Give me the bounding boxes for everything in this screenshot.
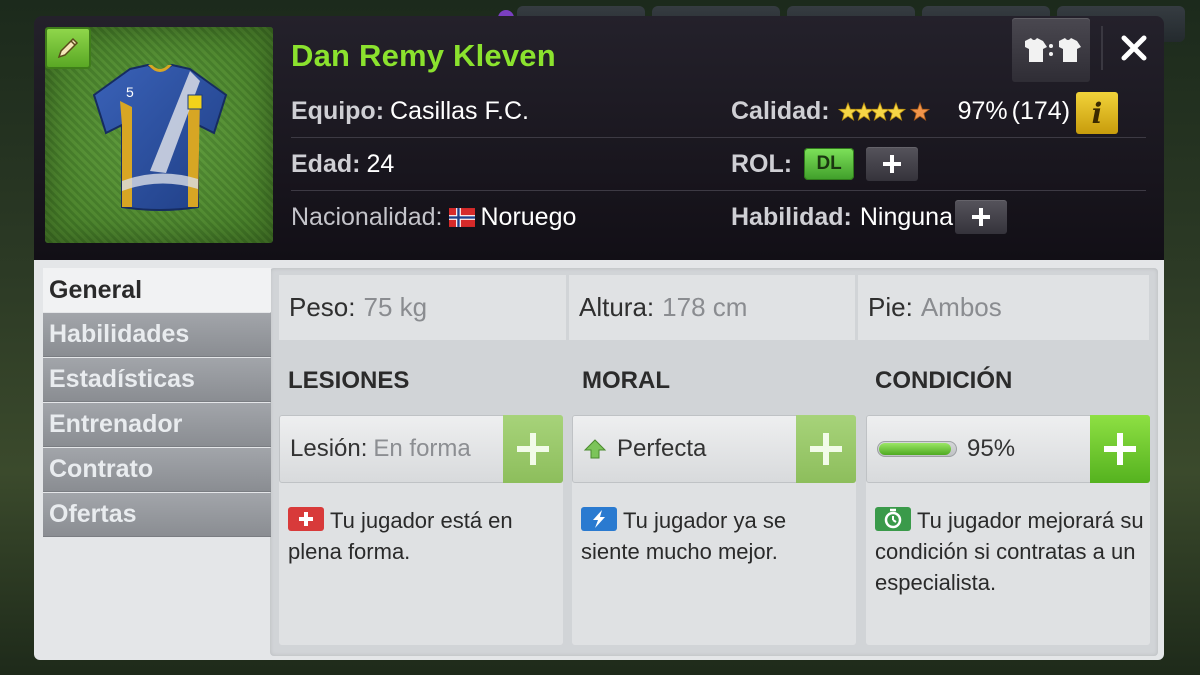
norway-flag-icon (448, 208, 475, 227)
quality-stars (837, 100, 930, 124)
row-divider (291, 137, 1146, 138)
tab-habilidades[interactable]: Habilidades (43, 313, 271, 357)
header-separator (1101, 26, 1103, 70)
lightning-icon (581, 507, 617, 531)
height-stat: Altura: 178 cm (569, 275, 855, 340)
boost-morale-button[interactable] (796, 415, 856, 483)
kit-compare-icon (1025, 38, 1081, 62)
plus-icon (883, 155, 902, 173)
star-rating-icon (837, 101, 930, 121)
arrow-up-icon (583, 439, 607, 459)
age-value: 24 (366, 150, 395, 178)
morale-title: MORAL (582, 367, 670, 394)
skill-label: Habilidad: (731, 202, 852, 231)
role-label: ROL: (731, 149, 793, 178)
morale-description: Tu jugador ya se siente mucho mejor. (581, 505, 849, 567)
tab-general[interactable]: General (43, 268, 271, 312)
morale-value: Perfecta (617, 435, 707, 462)
plus-icon (971, 208, 990, 226)
quality-row: Calidad: 97% (174) (731, 97, 1070, 126)
plus-icon (810, 433, 842, 465)
condition-description-text: Tu jugador mejorará su condición si cont… (875, 508, 1144, 595)
row-divider (291, 190, 1146, 191)
injuries-title: LESIONES (288, 367, 410, 394)
nationality-row: Nacionalidad: Noruego (291, 203, 576, 232)
weight-stat: Peso: 75 kg (279, 275, 566, 340)
close-icon (1121, 35, 1147, 61)
team-label: Equipo: (291, 97, 385, 125)
medical-cross-icon (288, 507, 324, 531)
nationality-value: Noruego (480, 203, 577, 231)
info-button[interactable]: i (1076, 92, 1118, 134)
heal-injury-button[interactable] (503, 415, 563, 483)
tab-entrenador[interactable]: Entrenador (43, 403, 271, 447)
plus-icon (517, 433, 549, 465)
injury-value: En forma (373, 435, 471, 462)
kit-compare-button[interactable] (1012, 18, 1090, 82)
skill-value: Ninguna (859, 202, 953, 231)
condition-value: 95% (967, 435, 1016, 462)
add-role-button[interactable] (866, 147, 919, 181)
shirt-number: 5 (126, 84, 134, 100)
stopwatch-icon (875, 507, 911, 531)
tab-estadisticas[interactable]: Estadísticas (43, 358, 271, 402)
role-row: ROL: DL (731, 147, 919, 181)
height-value: 178 cm (662, 292, 748, 322)
injuries-description: Tu jugador está en plena forma. (288, 505, 556, 567)
pencil-icon (57, 37, 79, 59)
close-button[interactable] (1114, 28, 1154, 68)
quality-label: Calidad: (731, 97, 830, 125)
team-row: Equipo: Casillas F.C. (291, 97, 529, 126)
role-badge[interactable]: DL (804, 148, 855, 180)
quality-points: (174) (1011, 97, 1071, 125)
condition-description: Tu jugador mejorará su condición si cont… (875, 505, 1147, 598)
weight-value: 75 kg (363, 292, 428, 322)
condition-bar (877, 441, 957, 457)
jersey-icon: 5 (92, 63, 228, 211)
team-value: Casillas F.C. (390, 97, 529, 125)
improve-condition-button[interactable] (1090, 415, 1150, 483)
nationality-label: Nacionalidad: (291, 203, 443, 231)
info-icon: i (1091, 96, 1103, 130)
tab-ofertas[interactable]: Ofertas (43, 493, 271, 537)
player-name: Dan Remy Kleven (291, 38, 556, 73)
tab-contrato[interactable]: Contrato (43, 448, 271, 492)
weight-label: Peso: (289, 292, 356, 322)
height-label: Altura: (579, 292, 655, 322)
condition-bar-fill (879, 443, 952, 455)
edit-button[interactable] (45, 27, 91, 69)
foot-label: Pie: (868, 292, 913, 322)
age-label: Edad: (291, 150, 361, 178)
injury-label: Lesión: (290, 435, 368, 462)
plus-icon (1104, 433, 1136, 465)
skill-row: Habilidad: Ninguna (731, 200, 1007, 234)
condition-title: CONDICIÓN (875, 367, 1013, 394)
foot-value: Ambos (920, 292, 1002, 322)
add-skill-button[interactable] (954, 200, 1007, 234)
quality-percent: 97% (957, 97, 1008, 125)
age-row: Edad: 24 (291, 150, 394, 179)
foot-stat: Pie: Ambos (858, 275, 1149, 340)
